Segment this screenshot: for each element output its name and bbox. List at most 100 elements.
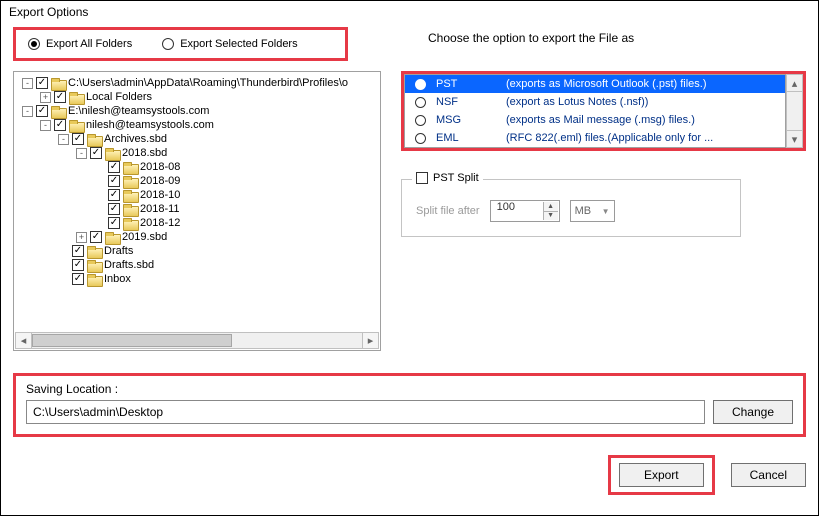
format-name: MSG (436, 114, 496, 126)
scroll-down-icon[interactable]: ▾ (787, 130, 802, 147)
export-scope-group: Export All Folders Export Selected Folde… (13, 27, 348, 61)
folder-tree-inner: - C:\Users\admin\AppData\Roaming\Thunderb… (14, 72, 380, 332)
tree-h-scrollbar[interactable]: ◂ ▸ (15, 332, 379, 349)
tree-row[interactable]: +2018-12 (18, 216, 380, 230)
spin-down-icon[interactable]: ▼ (543, 212, 558, 221)
tree-row[interactable]: +Inbox (18, 272, 380, 286)
tree-row[interactable]: +2018-09 (18, 174, 380, 188)
spinner[interactable]: ▲▼ (543, 202, 558, 220)
split-unit-combo[interactable]: MB ▼ (570, 200, 615, 222)
checkbox-icon[interactable] (72, 259, 84, 271)
folder-icon (69, 92, 83, 103)
format-v-scrollbar[interactable]: ▴ ▾ (786, 74, 803, 148)
tree-item-label: nilesh@teamsystools.com (86, 119, 214, 131)
tree-row[interactable]: +Drafts (18, 244, 380, 258)
collapse-icon[interactable]: - (22, 78, 33, 89)
collapse-icon[interactable]: - (40, 120, 51, 131)
checkbox-icon[interactable] (72, 245, 84, 257)
checkbox-icon[interactable] (72, 273, 84, 285)
tree-row[interactable]: +2018-08 (18, 160, 380, 174)
tree-item-label: C:\Users\admin\AppData\Roaming\Thunderbi… (68, 77, 348, 89)
folder-icon (87, 246, 101, 257)
radio-label: Export Selected Folders (180, 38, 297, 50)
format-option-pst[interactable]: PST (exports as Microsoft Outlook (.pst) … (405, 75, 785, 93)
tree-row[interactable]: +2018-10 (18, 188, 380, 202)
tree-item-label: 2018-12 (140, 217, 180, 229)
folder-icon (51, 78, 65, 89)
checkbox-icon[interactable] (54, 91, 66, 103)
folder-icon (69, 120, 83, 131)
spin-up-icon[interactable]: ▲ (543, 202, 558, 212)
checkbox-icon (416, 172, 428, 184)
scroll-right-icon[interactable]: ▸ (362, 332, 379, 349)
radio-icon (415, 115, 426, 126)
format-option-nsf[interactable]: NSF(export as Lotus Notes (.nsf)) (405, 93, 785, 111)
tree-item-label: 2018.sbd (122, 147, 167, 159)
expand-icon[interactable]: + (76, 232, 87, 243)
checkbox-icon[interactable] (108, 175, 120, 187)
format-desc: (RFC 822(.eml) files.(Applicable only fo… (506, 132, 775, 144)
tree-row[interactable]: -E:\nilesh@teamsystools.com (18, 104, 380, 118)
checkbox-icon[interactable] (108, 203, 120, 215)
checkbox-icon[interactable] (36, 105, 48, 117)
tree-row[interactable]: - nilesh@teamsystools.com (18, 118, 380, 132)
collapse-icon[interactable]: - (76, 148, 87, 159)
pst-split-checkbox[interactable]: PST Split (412, 172, 483, 184)
folder-tree[interactable]: - C:\Users\admin\AppData\Roaming\Thunderb… (13, 71, 381, 351)
checkbox-icon[interactable] (108, 217, 120, 229)
format-desc: (exports as Microsoft Outlook (.pst) fil… (506, 78, 775, 90)
scroll-track[interactable] (787, 92, 802, 130)
checkbox-icon[interactable] (54, 119, 66, 131)
radio-export-selected[interactable]: Export Selected Folders (162, 38, 297, 50)
checkbox-icon[interactable] (90, 147, 102, 159)
saving-location-label: Saving Location : (26, 382, 793, 396)
format-option-msg[interactable]: MSG(exports as Mail message (.msg) files… (405, 111, 785, 129)
collapse-icon[interactable]: - (22, 106, 33, 117)
radio-icon (415, 133, 426, 144)
tree-row[interactable]: +2019.sbd (18, 230, 380, 244)
dialog-buttons: Export Cancel (13, 455, 806, 495)
cancel-button[interactable]: Cancel (731, 463, 806, 487)
chevron-down-icon: ▼ (602, 207, 610, 216)
tree-row[interactable]: -Archives.sbd (18, 132, 380, 146)
format-name: EML (436, 132, 496, 144)
scroll-up-icon[interactable]: ▴ (787, 75, 802, 92)
export-button[interactable]: Export (619, 463, 704, 487)
scroll-thumb[interactable] (32, 334, 232, 347)
tree-row[interactable]: +Local Folders (18, 90, 380, 104)
format-option-eml[interactable]: EML (RFC 822(.eml) files.(Applicable only… (405, 129, 785, 147)
tree-item-label: 2018-11 (140, 203, 180, 215)
scroll-left-icon[interactable]: ◂ (15, 332, 32, 349)
folder-icon (105, 232, 119, 243)
format-desc: (export as Lotus Notes (.nsf)) (506, 96, 775, 108)
checkbox-icon[interactable] (90, 231, 102, 243)
checkbox-icon[interactable] (108, 189, 120, 201)
format-list[interactable]: PST (exports as Microsoft Outlook (.pst) … (404, 74, 786, 148)
collapse-icon[interactable]: - (58, 134, 69, 145)
split-size-input[interactable]: 100 ▲▼ (490, 200, 560, 222)
checkbox-icon[interactable] (72, 133, 84, 145)
tree-row[interactable]: - 2018.sbd (18, 146, 380, 160)
expand-icon[interactable]: + (40, 92, 51, 103)
checkbox-icon[interactable] (108, 161, 120, 173)
tree-item-label: 2018-09 (140, 175, 180, 187)
radio-export-all[interactable]: Export All Folders (28, 38, 132, 50)
folder-icon (105, 148, 119, 159)
tree-row[interactable]: +Drafts.sbd (18, 258, 380, 272)
scroll-track[interactable] (32, 332, 362, 349)
change-button[interactable]: Change (713, 400, 793, 424)
tree-row[interactable]: - C:\Users\admin\AppData\Roaming\Thunderb… (18, 76, 380, 90)
saving-location-group: Saving Location : C:\Users\admin\Desktop… (13, 373, 806, 437)
main-row: - C:\Users\admin\AppData\Roaming\Thunderb… (13, 71, 806, 351)
format-name: PST (436, 78, 496, 90)
saving-location-input[interactable]: C:\Users\admin\Desktop (26, 400, 705, 424)
tree-row[interactable]: +2018-11 (18, 202, 380, 216)
folder-icon (123, 204, 137, 215)
tree-item-label: Inbox (104, 273, 131, 285)
folder-icon (123, 176, 137, 187)
radio-icon (162, 38, 174, 50)
tree-item-label: 2019.sbd (122, 231, 167, 243)
group-title: PST Split (433, 172, 479, 184)
folder-icon (87, 134, 101, 145)
checkbox-icon[interactable] (36, 77, 48, 89)
